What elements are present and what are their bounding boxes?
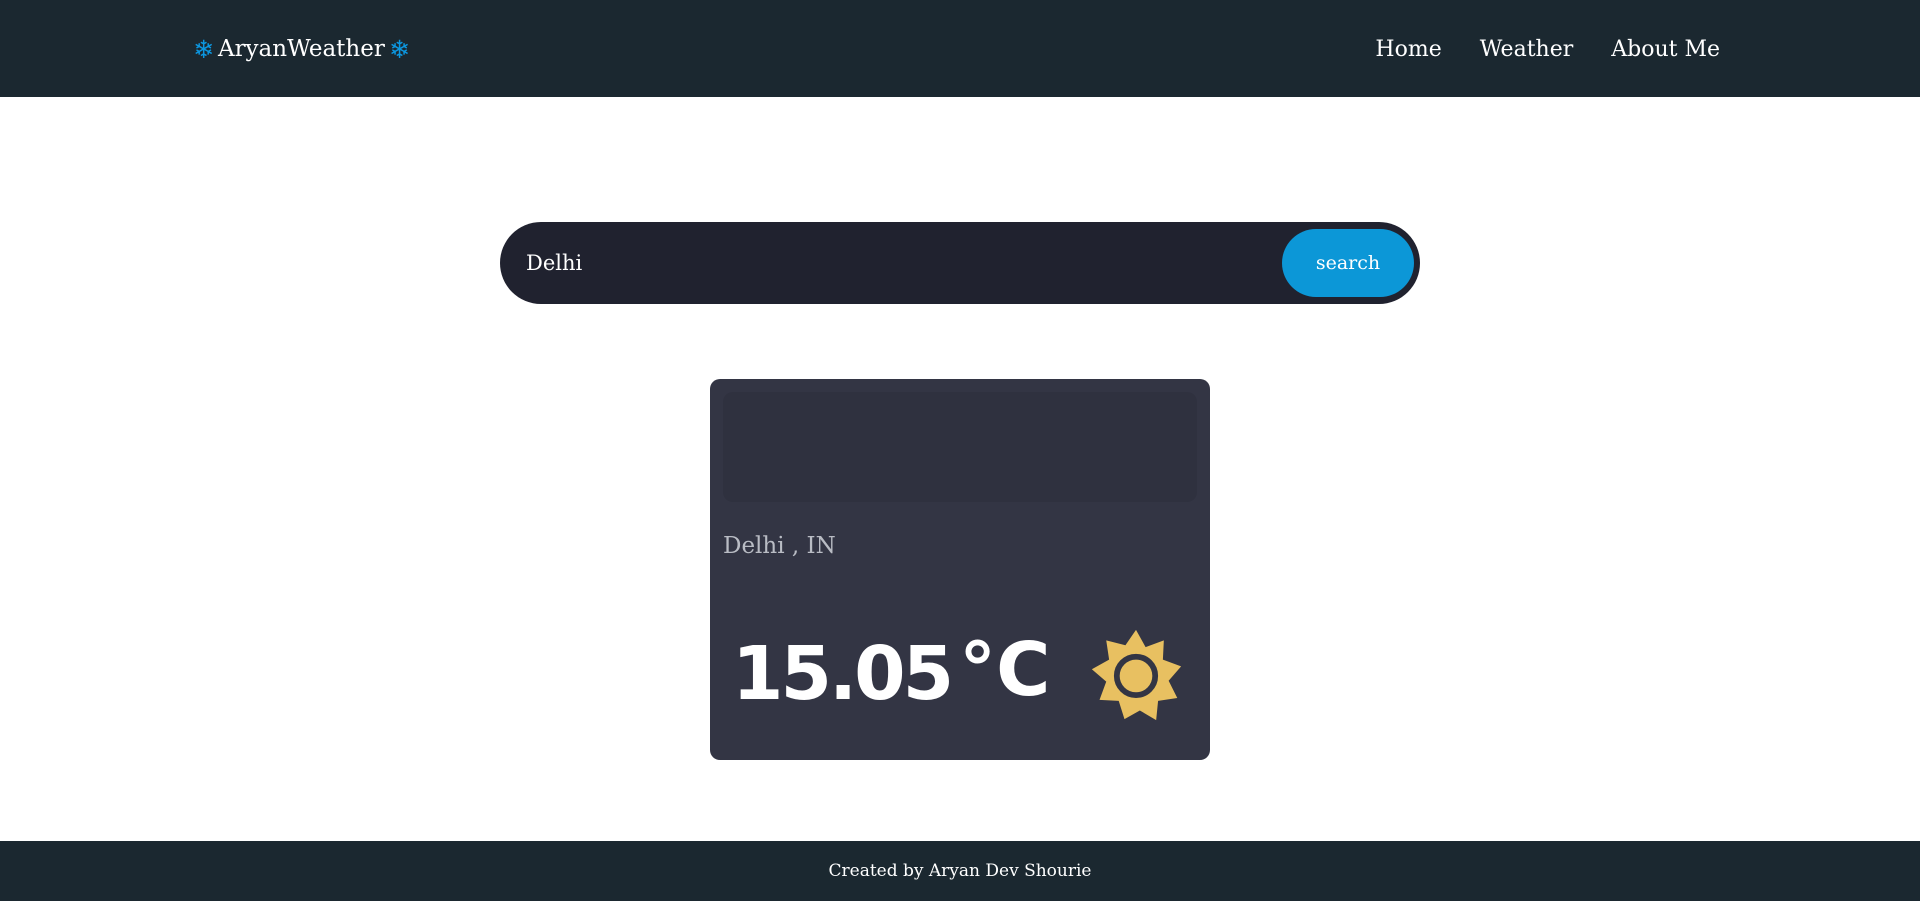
nav-weather-link[interactable]: Weather (1480, 37, 1574, 62)
location-label: Delhi , IN (723, 533, 836, 559)
sun-icon (1091, 629, 1182, 721)
search-bar: search (500, 222, 1420, 304)
brand-name: AryanWeather (217, 36, 385, 62)
snowflake-icon: ❄ (193, 34, 214, 64)
search-button[interactable]: search (1282, 229, 1414, 297)
weather-card-banner (723, 392, 1197, 502)
brand-logo[interactable]: ❄ AryanWeather ❄ (193, 33, 410, 65)
footer: Created by Aryan Dev Shourie (0, 841, 1920, 901)
weather-card: Delhi , IN 15.05 °C (710, 379, 1210, 760)
temperature-value: 15.05 (732, 631, 954, 717)
navbar: ❄ AryanWeather ❄ Home Weather About Me (0, 0, 1920, 97)
city-search-input[interactable] (526, 242, 1246, 284)
temperature-unit: °C (959, 627, 1051, 713)
temperature-display: 15.05 °C (732, 619, 1050, 729)
footer-credit: Created by Aryan Dev Shourie (828, 861, 1092, 881)
nav-links: Home Weather About Me (1375, 33, 1720, 65)
snowflake-icon: ❄ (388, 34, 410, 64)
nav-home-link[interactable]: Home (1375, 37, 1441, 62)
nav-about-link[interactable]: About Me (1611, 37, 1720, 62)
